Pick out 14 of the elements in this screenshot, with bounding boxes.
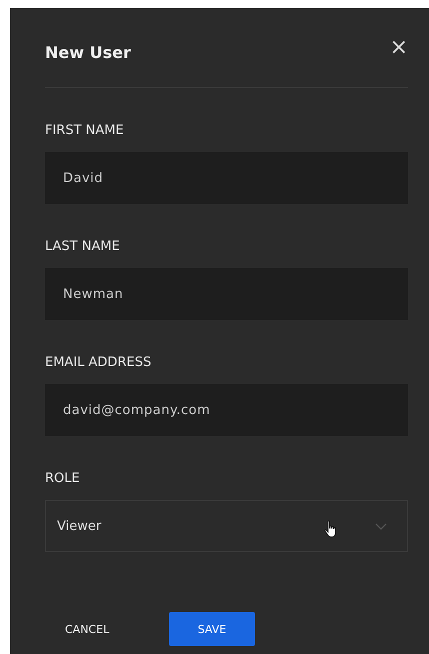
- dialog-title: New User: [45, 42, 131, 62]
- close-button[interactable]: ×: [390, 37, 408, 59]
- input-field[interactable]: david@company.com: [45, 384, 408, 436]
- input-field[interactable]: David: [45, 152, 408, 204]
- save-button[interactable]: SAVE: [169, 612, 255, 646]
- cancel-button[interactable]: CANCEL: [65, 622, 169, 636]
- hand-cursor-icon: [324, 520, 338, 538]
- chevron-down-icon: [375, 522, 387, 530]
- role-dropdown[interactable]: Viewer: [45, 500, 408, 552]
- field-label: ROLE: [45, 471, 81, 486]
- field-label: FIRST NAME: [45, 123, 125, 138]
- input-field[interactable]: Newman: [45, 268, 408, 320]
- field-label: EMAIL ADDRESS: [45, 355, 152, 370]
- field-label: LAST NAME: [45, 239, 121, 254]
